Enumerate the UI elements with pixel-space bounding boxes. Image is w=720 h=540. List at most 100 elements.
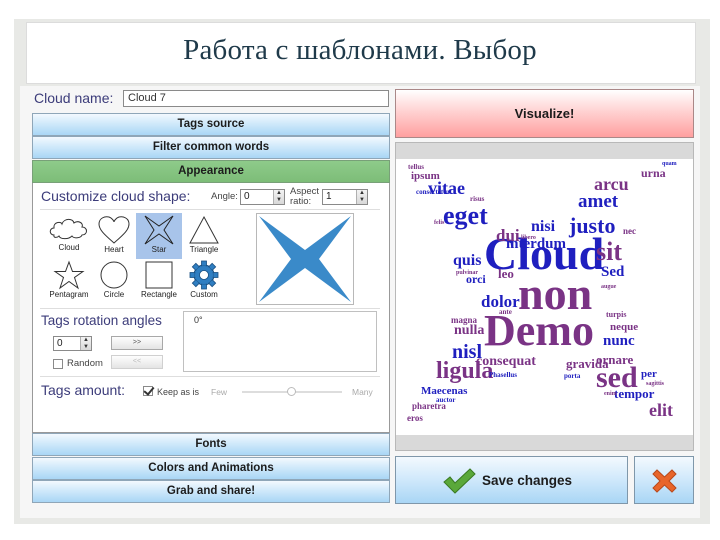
cloud-word: enim	[604, 391, 617, 397]
cloud-word: magna	[451, 315, 478, 325]
cloud-word: eros	[407, 413, 423, 423]
cloud-name-input[interactable]: Cloud 7	[123, 90, 389, 107]
tab-fonts[interactable]: Fonts	[32, 433, 390, 456]
cloud-word: tempor	[614, 386, 655, 401]
tags-amount-title: Tags amount:	[41, 382, 126, 398]
aspect-ratio-label: Aspect ratio:	[290, 187, 319, 207]
gear-icon	[189, 260, 219, 290]
cloud-word: quam	[662, 161, 677, 167]
many-label: Many	[352, 387, 373, 397]
rotation-spinner-arrows[interactable]: ▲ ▼	[80, 337, 91, 350]
cloud-word: consectetur	[416, 188, 451, 196]
shape-label: Heart	[104, 245, 124, 254]
shape-heart[interactable]: Heart	[91, 213, 137, 259]
shape-star[interactable]: Star	[136, 213, 182, 259]
star-preview-icon	[259, 216, 351, 302]
heart-icon	[98, 216, 130, 244]
angle-label: Angle:	[211, 191, 238, 202]
cloud-word: porta	[564, 372, 581, 380]
cloud-name-label: Cloud name:	[34, 90, 114, 106]
shape-rectangle[interactable]: Rectangle	[136, 258, 182, 304]
cancel-button[interactable]	[634, 456, 694, 504]
cloud-word: leo	[498, 266, 514, 281]
cloud-word: tellus	[408, 163, 424, 171]
cloud-word: ante	[499, 308, 512, 316]
divider	[40, 209, 380, 210]
cloud-word: ipsum	[411, 170, 440, 182]
remove-angle-button[interactable]: <<	[111, 355, 163, 369]
random-checkbox[interactable]	[53, 359, 63, 369]
word-cloud-canvas: Cloud non Demo eget vitae justo amet arcu urna si…	[396, 159, 693, 435]
checkmark-icon	[443, 468, 476, 494]
angle-spinner-arrows[interactable]: ▲ ▼	[273, 190, 284, 204]
shape-label: Triangle	[189, 245, 219, 254]
shape-label: Star	[151, 245, 167, 254]
cloud-word: risus	[470, 195, 485, 203]
divider	[40, 308, 380, 309]
aspect-spinner-arrows[interactable]: ▲ ▼	[356, 190, 367, 204]
aspect-ratio-spinner[interactable]: 1 ▲ ▼	[322, 189, 368, 205]
cloud-word: Phasellus	[489, 371, 518, 379]
keep-as-is-checkbox[interactable]	[143, 386, 153, 396]
save-changes-button[interactable]: Save changes	[395, 456, 628, 504]
tab-appearance[interactable]: Appearance	[32, 160, 390, 183]
cloud-word: urna	[641, 166, 666, 180]
tab-filter-common-words[interactable]: Filter common words	[32, 136, 390, 159]
slide-title: Работа с шаблонами. Выбор	[183, 34, 537, 66]
close-icon	[652, 469, 677, 493]
cloud-word: justo	[569, 213, 616, 238]
cloud-word: quis	[453, 252, 482, 269]
shape-pentagram[interactable]: Pentagram	[46, 258, 92, 304]
triangle-icon	[189, 215, 219, 244]
shape-preview	[256, 213, 354, 305]
shape-label: Circle	[103, 290, 125, 299]
cloud-word: sagittis	[646, 381, 664, 387]
rectangle-icon	[145, 261, 173, 289]
tab-colors-and-animations[interactable]: Colors and Animations	[32, 457, 390, 480]
angle-spinner[interactable]: 0 ▲ ▼	[240, 189, 285, 205]
rotation-angle-spinner[interactable]: 0 ▲ ▼	[53, 336, 92, 351]
rotation-angle-item[interactable]: 0°	[194, 315, 366, 325]
cloud-word: dui	[496, 226, 520, 245]
rotation-angles-title: Tags rotation angles	[41, 313, 162, 328]
aspect-ratio-value: 1	[326, 191, 332, 202]
shape-custom[interactable]: Custom	[181, 258, 227, 304]
star-icon	[144, 215, 174, 245]
cloud-word: nulla	[454, 323, 485, 338]
angle-value: 0	[244, 191, 250, 202]
add-angle-button[interactable]: >>	[111, 336, 163, 350]
cloud-word: turpis	[606, 310, 627, 319]
circle-icon	[100, 261, 128, 289]
cloud-word: felis	[434, 220, 445, 226]
shape-circle[interactable]: Circle	[91, 258, 137, 304]
rotation-angles-list[interactable]: 0°	[183, 311, 377, 372]
pentagram-icon	[53, 260, 85, 290]
shape-label: Custom	[190, 290, 218, 299]
cloud-word: nunc	[603, 333, 635, 349]
cloud-word: neque	[610, 321, 639, 333]
divider	[40, 376, 380, 377]
tab-tags-source[interactable]: Tags source	[32, 113, 390, 136]
few-label: Few	[211, 387, 228, 397]
cloud-word: sit	[596, 237, 622, 266]
cloud-word: nisi	[531, 218, 556, 235]
shape-label: Rectangle	[140, 290, 178, 299]
cloud-word: arcu	[594, 174, 629, 194]
shape-label: Pentagram	[49, 290, 89, 299]
tags-amount-slider-thumb[interactable]	[287, 387, 296, 396]
cloud-word: Sed	[601, 264, 625, 280]
cloud-word: auctor	[436, 396, 456, 404]
shape-cloud[interactable]: Cloud	[46, 213, 92, 259]
tab-grab-and-share[interactable]: Grab and share!	[32, 480, 390, 503]
keep-as-is-label: Keep as is	[157, 387, 200, 397]
rotation-angle-value: 0	[57, 338, 63, 349]
cloud-word: consequat	[476, 354, 536, 369]
shape-triangle[interactable]: Triangle	[181, 213, 227, 259]
cloud-word: libero	[521, 235, 536, 241]
cloud-word: elit	[649, 400, 673, 420]
customize-shape-title: Customize cloud shape:	[41, 188, 191, 204]
cloud-word: nec	[623, 226, 636, 236]
visualize-button[interactable]: Visualize!	[395, 89, 694, 138]
cloud-word: amet	[578, 191, 619, 212]
cloud-word: eget	[443, 201, 488, 230]
